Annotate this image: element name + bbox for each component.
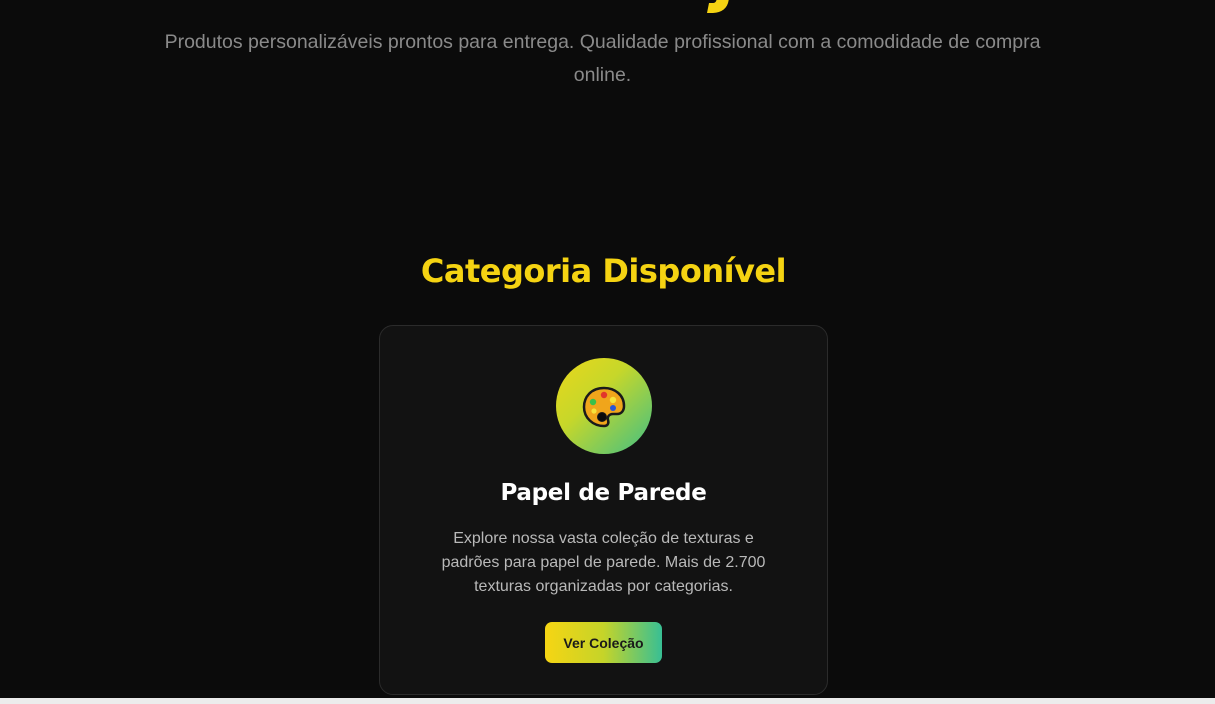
view-collection-button[interactable]: Ver Coleção	[545, 622, 662, 663]
category-card-description: Explore nossa vasta coleção de texturas …	[441, 530, 766, 595]
category-card-papel-de-parede: Papel de Parede Explore nossa vasta cole…	[379, 325, 828, 695]
category-card-title: Papel de Parede	[500, 480, 707, 506]
section-title: Categoria Disponível	[420, 252, 787, 290]
page: Produtos personalizáveis prontos para en…	[0, 0, 1215, 698]
artist-palette-icon	[582, 386, 626, 428]
hero-title-fragment	[707, 0, 729, 13]
bottom-strip	[0, 698, 1215, 704]
category-icon-circle	[556, 358, 652, 454]
hero-subtitle: Produtos personalizáveis prontos para en…	[164, 31, 1041, 86]
